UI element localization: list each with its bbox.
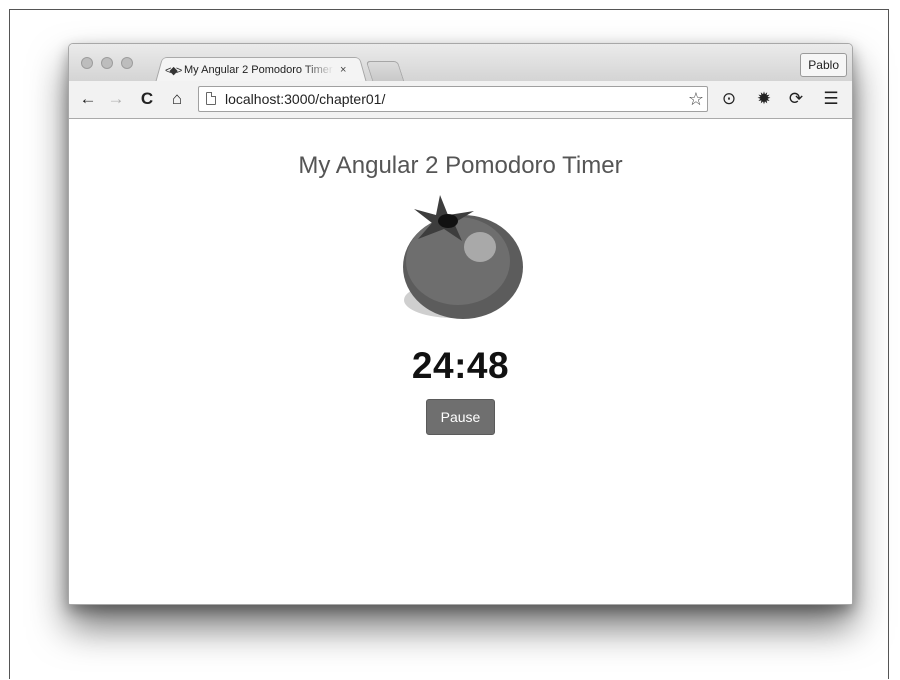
page-title: My Angular 2 Pomodoro Timer [298,152,623,179]
home-icon[interactable]: ⌂ [166,87,188,111]
sync-icon[interactable]: ⟳ [785,88,807,110]
page-icon [206,92,216,105]
url-text[interactable]: localhost:3000/chapter01/ [225,87,385,111]
tab-close-icon[interactable]: × [340,64,346,76]
pause-button[interactable]: Pause [426,399,495,435]
profile-button[interactable]: Pablo [800,53,847,77]
browser-toolbar: ← → C ⌂ localhost:3000/chapter01/ ☆ ⊙ ✹ … [69,81,852,119]
close-window-button[interactable] [81,57,93,69]
address-bar[interactable]: localhost:3000/chapter01/ ☆ [198,86,708,112]
page-content: My Angular 2 Pomodoro Timer 24:48 Pause [69,119,852,604]
tomato-icon [403,195,523,319]
extension-icon[interactable]: ⊙ [718,88,740,110]
tab-title: My Angular 2 Pomodoro Timer [184,64,333,76]
maximize-window-button[interactable] [121,57,133,69]
countdown-display: 24:48 [411,345,510,386]
active-tab-content[interactable]: <◆> My Angular 2 Pomodoro Timer × [165,60,357,80]
minimize-window-button[interactable] [101,57,113,69]
new-tab-button[interactable] [365,61,405,81]
gear-icon[interactable]: ✹ [753,88,775,110]
browser-window: <◆> My Angular 2 Pomodoro Timer × Pablo … [68,43,853,605]
menu-icon[interactable]: ☰ [820,88,842,110]
forward-arrow-icon[interactable]: → [105,87,127,111]
reload-icon[interactable]: C [136,87,158,111]
title-bar: <◆> My Angular 2 Pomodoro Timer × Pablo [69,44,852,83]
angular-icon: <◆> [165,64,182,77]
back-arrow-icon[interactable]: ← [77,87,99,111]
bookmark-star-icon[interactable]: ☆ [688,88,704,110]
